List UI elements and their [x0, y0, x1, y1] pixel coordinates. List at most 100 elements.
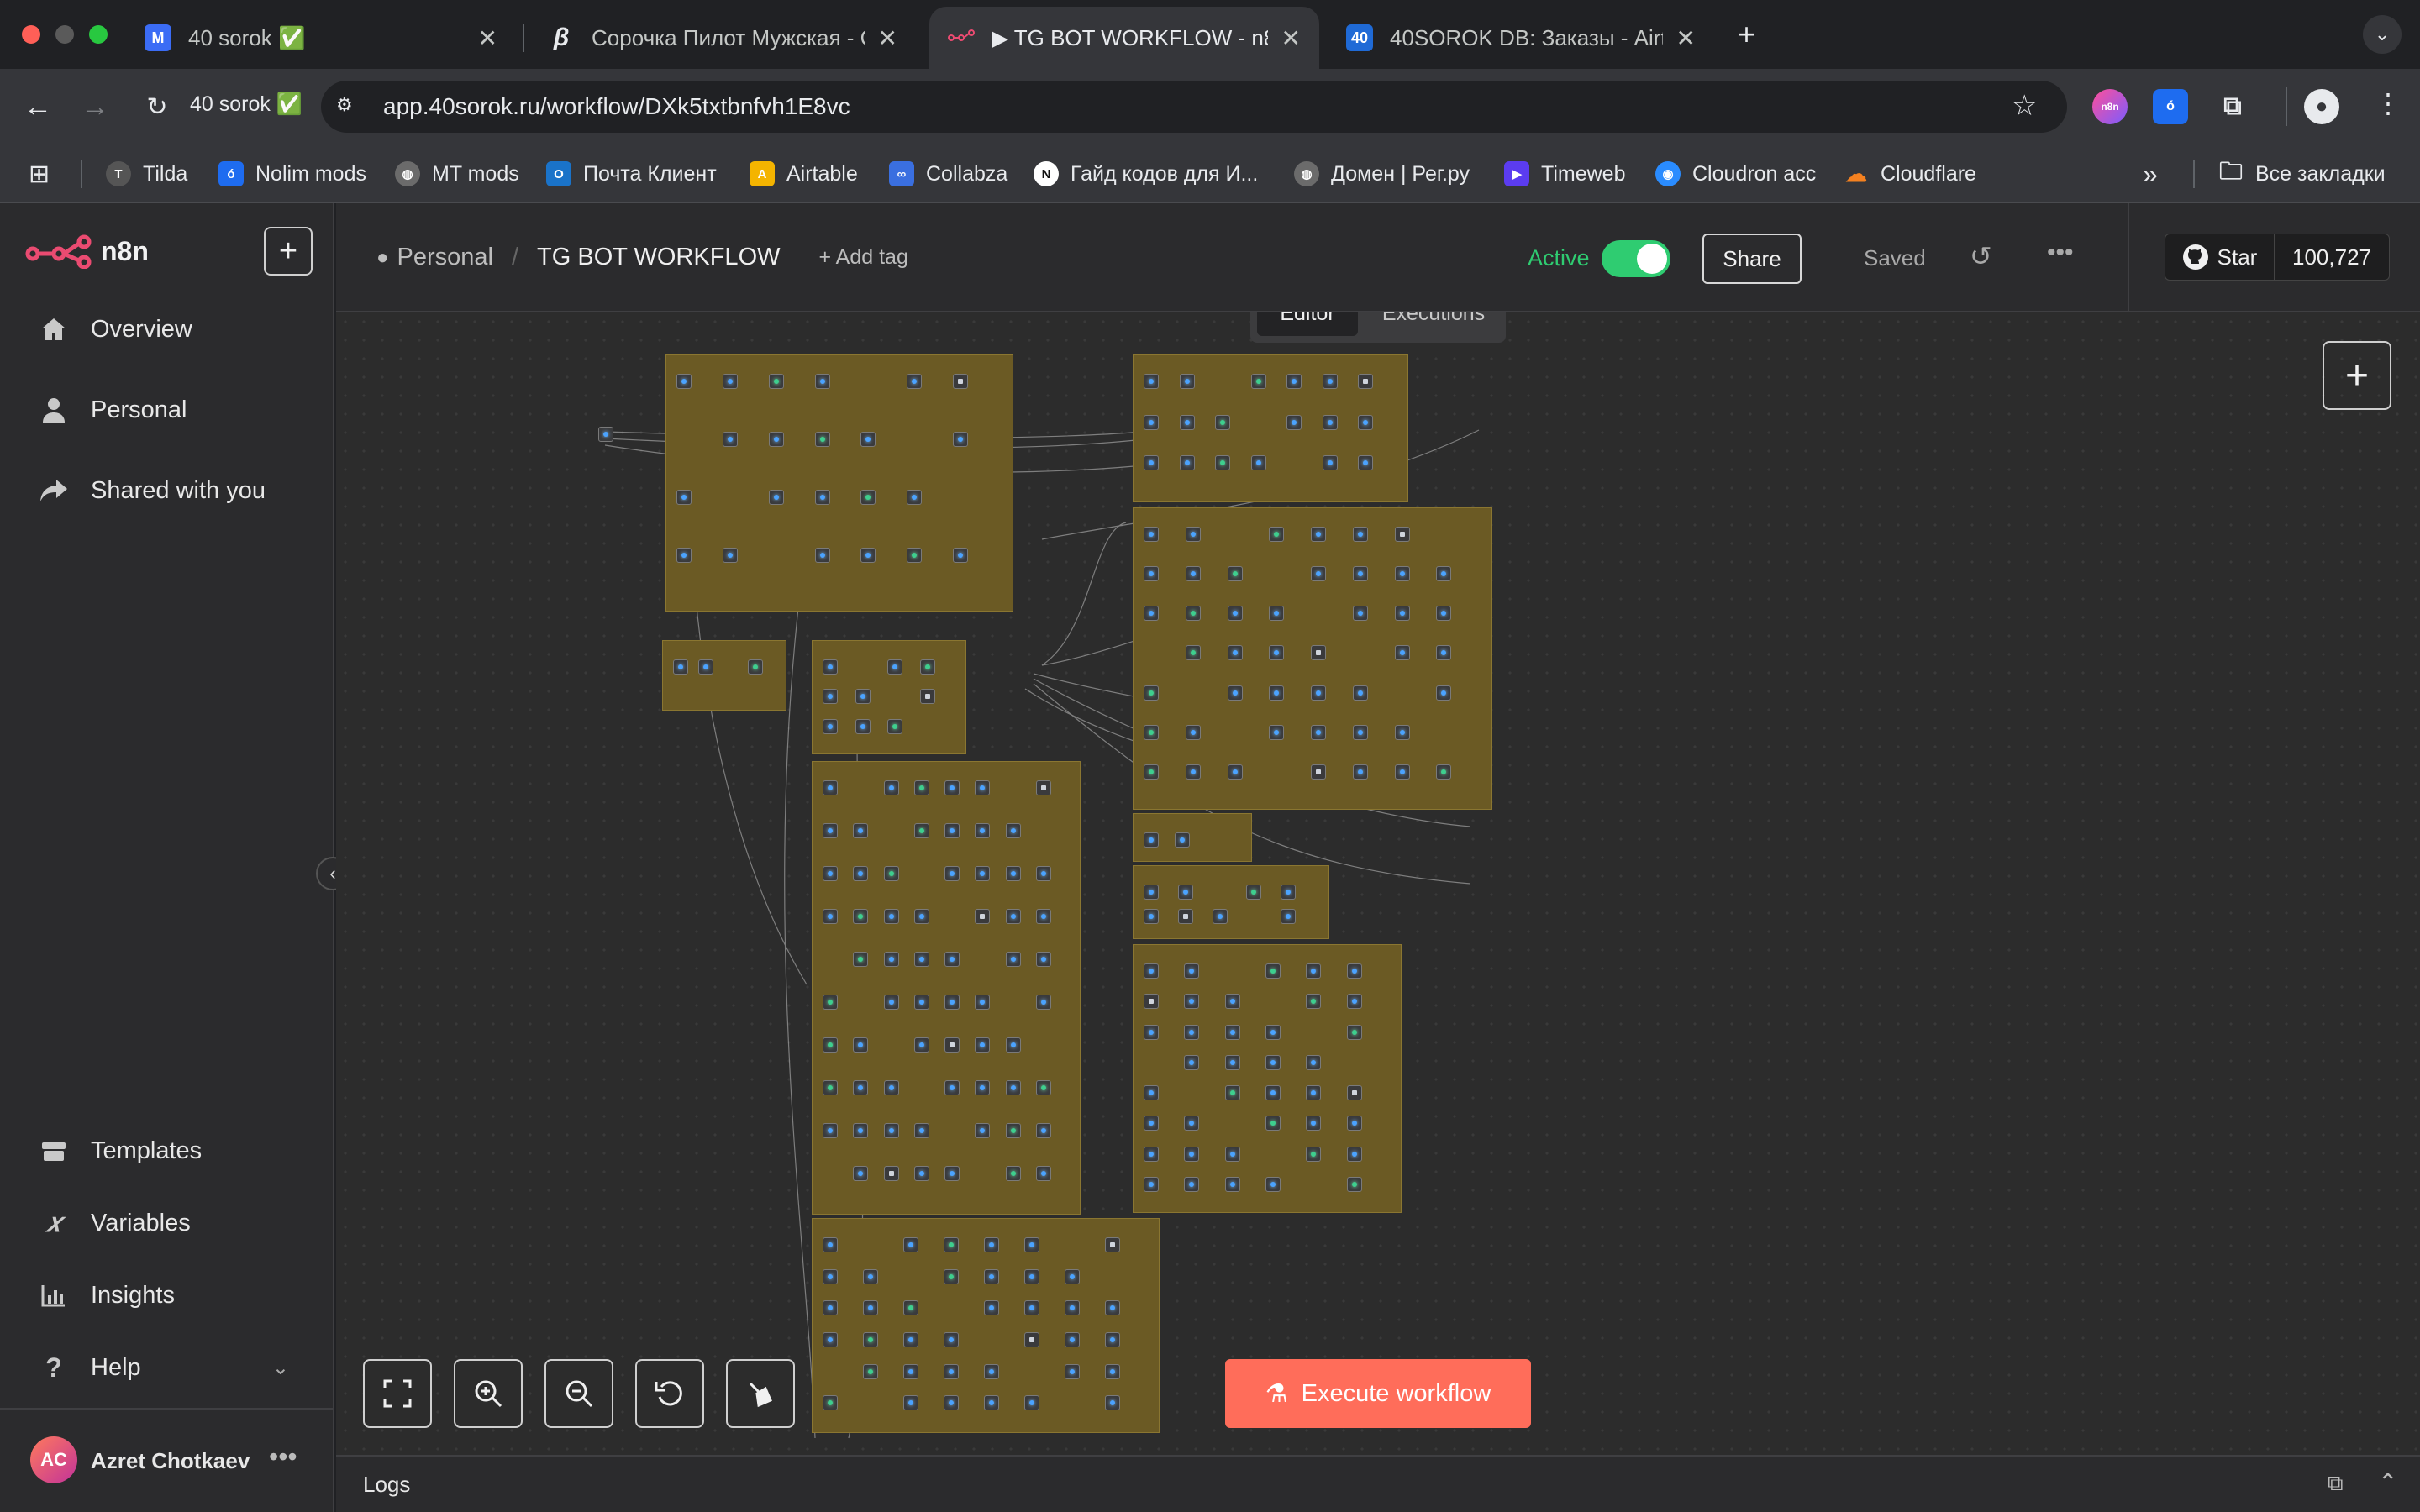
extensions-puzzle-icon[interactable]: ⧉ [2215, 89, 2250, 124]
workflow-node[interactable] [944, 952, 960, 967]
workflow-node[interactable] [1227, 606, 1243, 622]
workflow-node[interactable] [913, 1037, 929, 1053]
workflow-node[interactable] [1185, 566, 1201, 582]
browser-tab-active[interactable]: ▶ TG BOT WORKFLOW - n8n ✕ [929, 7, 1319, 69]
workflow-node[interactable] [1358, 414, 1374, 430]
bookmark-timeweb[interactable]: ▶ Timeweb [1504, 144, 1626, 203]
nav-insights[interactable]: Insights [37, 1270, 175, 1320]
fit-view-button[interactable] [363, 1359, 432, 1428]
workflow-node[interactable] [1311, 724, 1326, 740]
workflow-node[interactable] [1105, 1237, 1120, 1252]
node-group[interactable] [812, 1218, 1160, 1433]
workflow-node[interactable] [853, 1123, 869, 1138]
workflow-node[interactable] [1105, 1332, 1120, 1347]
workflow-node[interactable] [1346, 1116, 1362, 1131]
workflow-node[interactable] [1179, 414, 1195, 430]
workflow-node[interactable] [1144, 1116, 1159, 1131]
workflow-node[interactable] [1436, 566, 1452, 582]
workflow-node[interactable] [1352, 764, 1368, 780]
workflow-node[interactable] [1224, 1054, 1240, 1070]
workflow-node[interactable] [747, 659, 763, 675]
workflow-node[interactable] [984, 1300, 999, 1316]
share-button[interactable]: Share [1702, 234, 1802, 284]
workflow-node[interactable] [1265, 1176, 1281, 1192]
workflow-node[interactable] [1394, 764, 1410, 780]
workflow-node[interactable] [1436, 764, 1452, 780]
workflow-node[interactable] [853, 909, 869, 924]
workflow-node[interactable] [722, 374, 738, 389]
workflow-node[interactable] [1286, 414, 1302, 430]
workflow-node[interactable] [1185, 764, 1201, 780]
history-icon[interactable]: ↺ [1970, 240, 1992, 272]
profile-chip[interactable]: 40 sorok ✅ [190, 92, 302, 117]
workflow-node[interactable] [984, 1237, 999, 1252]
breadcrumb-project[interactable]: Personal [397, 244, 493, 271]
browser-tab[interactable]: M 40 sorok ✅ ✕ [126, 7, 516, 69]
workflow-node[interactable] [1269, 645, 1285, 661]
workflow-node[interactable] [1144, 606, 1159, 622]
node-group[interactable] [1133, 813, 1252, 862]
workflow-node[interactable] [887, 659, 902, 675]
workflow-node[interactable] [913, 909, 929, 924]
workflow-node[interactable] [1246, 885, 1262, 900]
nav-variables[interactable]: 𝑥 Variables [37, 1198, 191, 1248]
workflow-node[interactable] [944, 1395, 959, 1411]
workflow-node[interactable] [1005, 1037, 1021, 1053]
workflow-node[interactable] [1269, 724, 1285, 740]
apps-grid-icon[interactable]: ⊞ [29, 144, 50, 203]
node-group[interactable] [1133, 865, 1329, 939]
workflow-node[interactable] [823, 909, 838, 924]
workflow-node[interactable] [903, 1300, 918, 1316]
workflow-node[interactable] [1394, 527, 1410, 542]
workflow-node[interactable] [1179, 374, 1195, 389]
maximize-window-button[interactable] [89, 25, 108, 44]
workflow-node[interactable] [1394, 566, 1410, 582]
workflow-node[interactable] [975, 995, 991, 1010]
workflow-node[interactable] [1250, 374, 1266, 389]
workflow-node[interactable] [1144, 374, 1159, 389]
workflow-node[interactable] [1024, 1268, 1039, 1284]
workflow-node[interactable] [853, 952, 869, 967]
workflow-node[interactable] [913, 823, 929, 838]
workflow-node[interactable] [1394, 645, 1410, 661]
nav-personal[interactable]: Personal [37, 385, 187, 435]
workflow-node[interactable] [1311, 527, 1326, 542]
workflow-node[interactable] [887, 718, 902, 734]
workflow-node[interactable] [1184, 1024, 1200, 1040]
workflow-node[interactable] [1144, 832, 1159, 848]
close-tab-icon[interactable]: ✕ [1676, 24, 1696, 52]
bookmark-star-icon[interactable]: ☆ [2012, 89, 2037, 123]
workflow-node[interactable] [1144, 685, 1159, 701]
workflow-node[interactable] [1215, 414, 1231, 430]
n8n-extension-icon[interactable]: n8n [2092, 89, 2128, 124]
workflow-node[interactable] [1322, 414, 1338, 430]
workflow-node[interactable] [1144, 963, 1159, 979]
bookmark-cloudflare[interactable]: ☁ Cloudflare [1844, 144, 1976, 203]
workflow-node[interactable] [1322, 455, 1338, 471]
workflow-node[interactable] [1322, 374, 1338, 389]
workflow-node[interactable] [1352, 606, 1368, 622]
bookmark-guide-codes[interactable]: N Гайд кодов для И... [1034, 144, 1258, 203]
workflow-node[interactable] [1005, 823, 1021, 838]
workflow-node[interactable] [975, 1080, 991, 1095]
pop-out-icon[interactable]: ⧉ [2328, 1470, 2344, 1497]
workflow-node[interactable] [1436, 645, 1452, 661]
workflow-node[interactable] [1265, 1054, 1281, 1070]
workflow-node[interactable] [907, 548, 923, 563]
node-group[interactable] [1133, 944, 1402, 1213]
workflow-node[interactable] [1311, 685, 1326, 701]
tidy-up-button[interactable] [726, 1359, 795, 1428]
workflow-node[interactable] [919, 659, 935, 675]
workflow-node[interactable] [1306, 1054, 1322, 1070]
tab-search-chevron-icon[interactable]: ⌄ [2363, 15, 2402, 54]
workflow-node[interactable] [1212, 909, 1228, 924]
node-group[interactable] [662, 640, 786, 711]
workflow-node[interactable] [1215, 455, 1231, 471]
all-bookmarks-folder[interactable]: 🗀 Все закладки [2218, 144, 2386, 203]
workflow-node[interactable] [1352, 724, 1368, 740]
workflow-node[interactable] [1144, 455, 1159, 471]
bookmark-tilda[interactable]: T Tilda [106, 144, 187, 203]
workflow-node[interactable] [823, 1332, 838, 1347]
workflow-node[interactable] [944, 823, 960, 838]
workflow-node[interactable] [1184, 994, 1200, 1010]
